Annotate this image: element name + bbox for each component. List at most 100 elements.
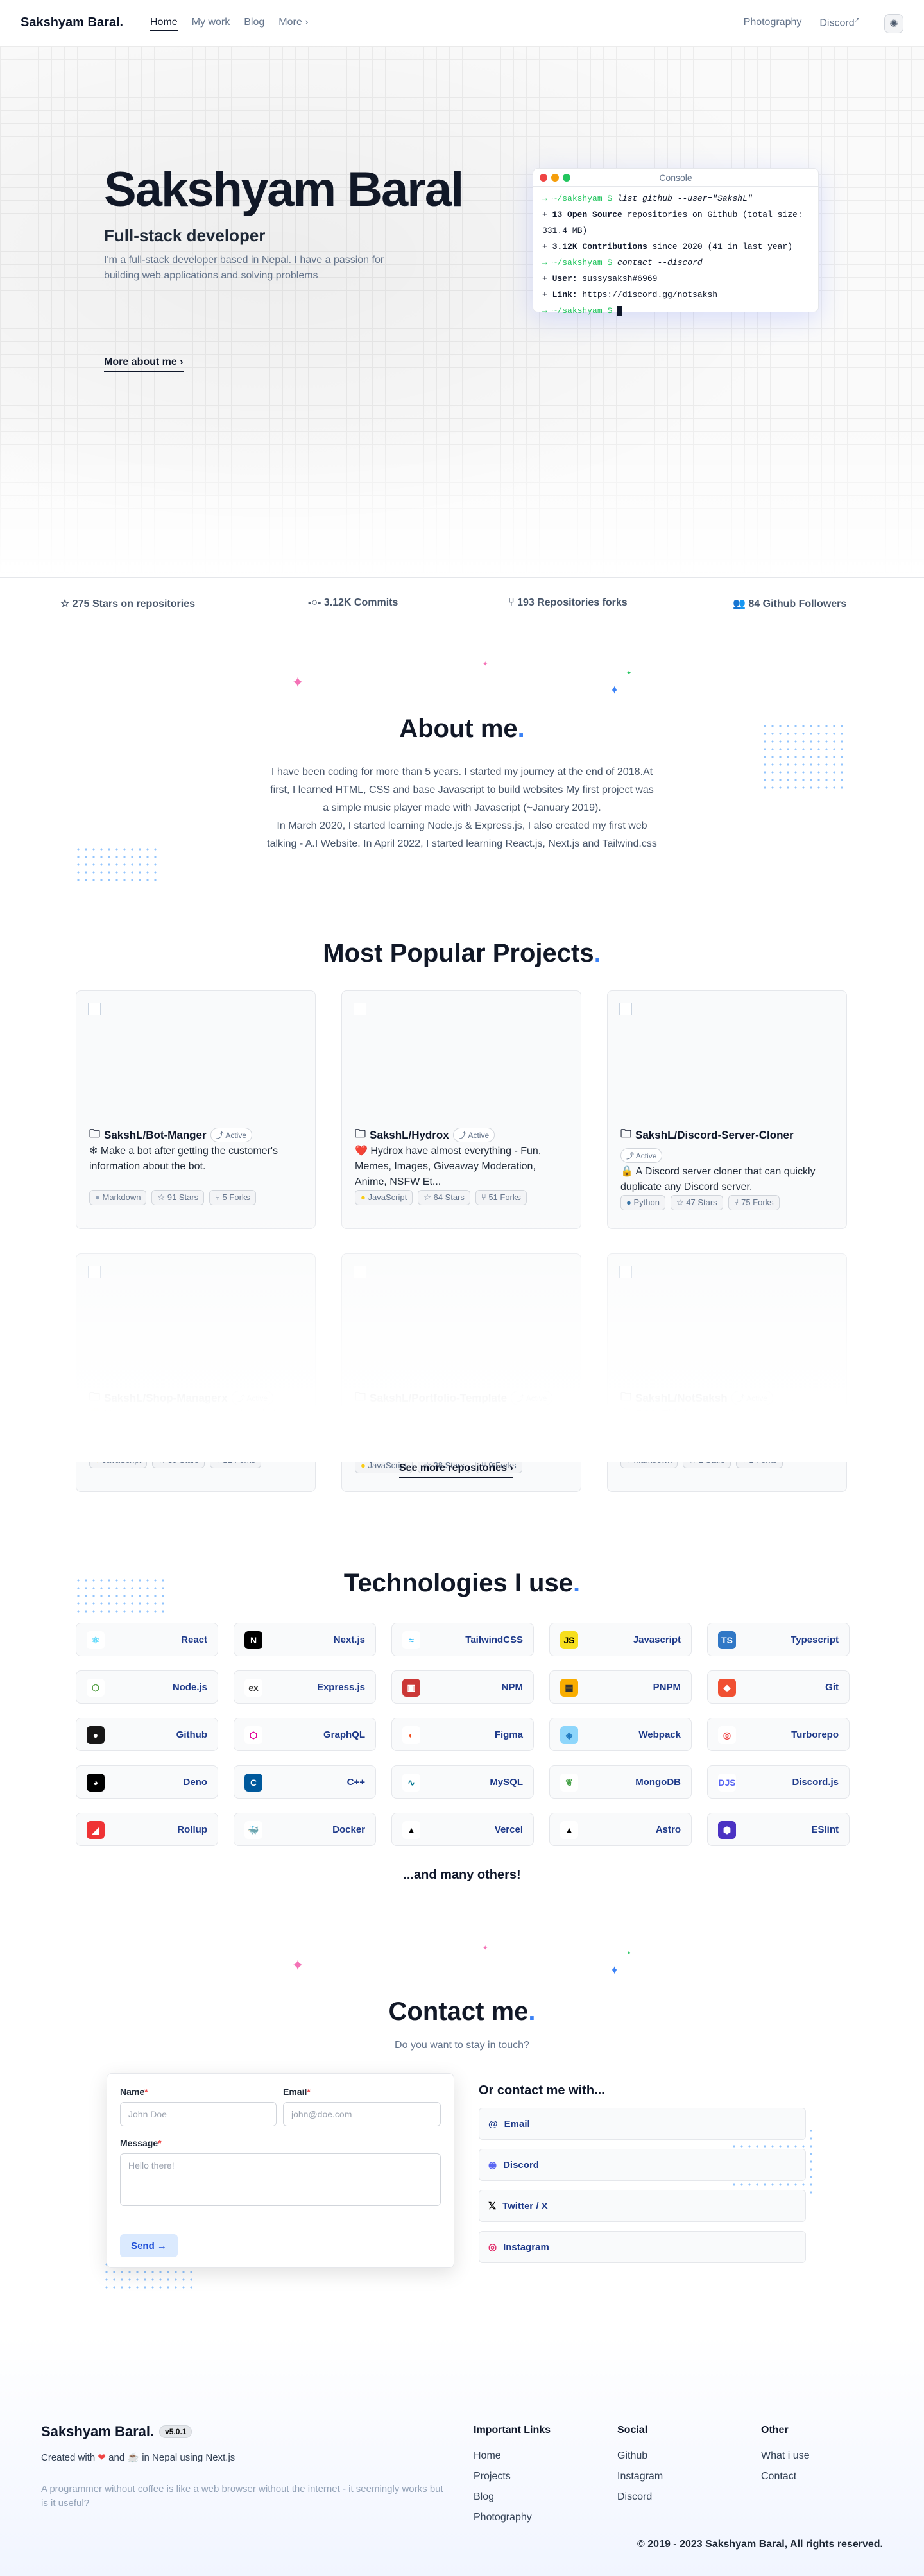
tech-discord-js[interactable]: DJS Discord.js (707, 1765, 850, 1799)
contact-instagram-button[interactable]: ◎ Instagram (479, 2231, 806, 2263)
nav-home[interactable]: Home (150, 17, 178, 31)
tech-graphql[interactable]: ⬡ GraphQL (234, 1718, 376, 1751)
tech-astro[interactable]: ▲ Astro (549, 1813, 692, 1846)
nav-my-work[interactable]: My work (192, 17, 230, 31)
message-textarea[interactable]: Hello there! (120, 2153, 441, 2206)
tech-turborepo[interactable]: ◎ Turborepo (707, 1718, 850, 1751)
main-nav: Home My work Blog More › (150, 17, 309, 31)
tech-javascript[interactable]: JS Javascript (549, 1623, 692, 1656)
tech-git[interactable]: ◆ Git (707, 1670, 850, 1704)
tech-react[interactable]: ⚛ React (76, 1623, 218, 1656)
nav-photography[interactable]: Photography (744, 17, 802, 29)
console-line: + 13 Open Source repositories on Github … (542, 210, 803, 235)
footer-col-other-heading: Other (761, 2425, 789, 2436)
dot-pattern (74, 845, 162, 884)
tech-c-[interactable]: C C++ (234, 1765, 376, 1799)
tech-vercel[interactable]: ▲ Vercel (391, 1813, 534, 1846)
console-line: + User: sussysaksh#6969 (542, 274, 658, 284)
at-icon: @ (488, 2118, 498, 2130)
tech-deno[interactable]: ◕ Deno (76, 1765, 218, 1799)
nav-discord[interactable]: Discord↗ (819, 17, 860, 29)
contact-alt-title: Or contact me with... (479, 2083, 605, 2097)
nav-blog[interactable]: Blog (244, 17, 264, 31)
tech-pnpm[interactable]: ▦ PNPM (549, 1670, 692, 1704)
site-logo[interactable]: Sakshyam Baral. (21, 15, 123, 30)
x-icon: 𝕏 (488, 2201, 497, 2212)
footer-col-social-heading: Social (617, 2425, 648, 2436)
tech-mysql[interactable]: ∿ MySQL (391, 1765, 534, 1799)
sparkle-icon: ✦ (291, 1957, 305, 1974)
stat-commits: -○- 3.12K Commits (308, 597, 398, 608)
next-js-icon: N (244, 1631, 262, 1649)
contact-subtitle: Do you want to stay in touch? (395, 2040, 529, 2051)
send-button[interactable]: Send → (120, 2234, 178, 2257)
project-tags: ● JavaScript ☆ 64 Stars ⑂ 51 Forks (355, 1190, 527, 1205)
project-card[interactable]: 🗀 SakshL/Discord-Server-Cloner ⤴ Active 🔒 … (607, 990, 847, 1229)
contact-discord-button[interactable]: ◉ Discord (479, 2149, 806, 2181)
tech-rollup[interactable]: ◢ Rollup (76, 1813, 218, 1846)
tech-mongodb[interactable]: ❦ MongoDB (549, 1765, 692, 1799)
sun-icon: ✺ (889, 19, 898, 30)
footer-link-discord[interactable]: Discord (617, 2491, 652, 2503)
folder-icon: 🗀 (620, 1128, 631, 1140)
typescript-icon: TS (718, 1631, 736, 1649)
contact-email-button[interactable]: @ Email (479, 2108, 806, 2140)
tech-tailwindcss[interactable]: ≈ TailwindCSS (391, 1623, 534, 1656)
nav-more[interactable]: More › (278, 17, 308, 31)
project-name[interactable]: 🗀 SakshL/Bot-Manger ⤴ Active (89, 1126, 253, 1144)
tech-docker[interactable]: 🐳 Docker (234, 1813, 376, 1846)
project-card[interactable]: 🗀 SakshL/Bot-Manger ⤴ Active ❄ Make a bot … (76, 990, 316, 1229)
footer-link-blog[interactable]: Blog (474, 2491, 494, 2503)
webpack-icon: ◈ (560, 1726, 578, 1744)
see-more-repositories-link[interactable]: See more repositories › (399, 1462, 513, 1478)
hero-subtitle: Full-stack developer (104, 226, 266, 245)
theme-toggle-button[interactable]: ✺ (884, 14, 903, 33)
tech-node-js[interactable]: ⬡ Node.js (76, 1670, 218, 1704)
github-icon: ● (87, 1726, 105, 1744)
sparkle-icon: ✦ (626, 670, 632, 677)
tech-next-js[interactable]: N Next.js (234, 1623, 376, 1656)
tech-github[interactable]: ● Github (76, 1718, 218, 1751)
email-input[interactable]: john@doe.com (283, 2102, 441, 2126)
discord-icon: ◉ (488, 2160, 497, 2171)
tech-typescript[interactable]: TS Typescript (707, 1623, 850, 1656)
footer-link-projects[interactable]: Projects (474, 2471, 511, 2482)
footer-link-github[interactable]: Github (617, 2450, 647, 2462)
folder-icon: 🗀 (355, 1128, 366, 1140)
sparkle-icon: ✦ (610, 1964, 620, 1977)
sparkle-icon: ✦ (291, 674, 305, 691)
footer-created: Created with ❤ and ☕ in Nepal using Next… (41, 2452, 235, 2463)
hero-title: Sakshyam Baral (104, 162, 464, 217)
copyright: © 2019 - 2023 Sakshyam Baral, All rights… (637, 2539, 883, 2550)
footer-link-photography[interactable]: Photography (474, 2512, 532, 2523)
project-card[interactable]: 🗀 SakshL/Hydrox ⤴ Active ❤️ Hydrox have al… (341, 990, 581, 1229)
sparkle-icon: ✦ (626, 1950, 632, 1957)
heart-icon: ❤ (98, 2452, 106, 2463)
project-name[interactable]: 🗀 SakshL/Discord-Server-Cloner ⤴ Active (620, 1126, 832, 1163)
fork-icon: ⑂ (508, 597, 515, 608)
contact-twitter-button[interactable]: 𝕏 Twitter / X (479, 2190, 806, 2222)
contact-title: Contact me. (388, 1997, 536, 2026)
footer-link-what-i-use[interactable]: What i use (761, 2450, 810, 2462)
projects-title: Most Popular Projects. (323, 939, 601, 967)
turborepo-icon: ◎ (718, 1726, 736, 1744)
tech-figma[interactable]: ◐ Figma (391, 1718, 534, 1751)
footer-link-home[interactable]: Home (474, 2450, 501, 2462)
tailwindcss-icon: ≈ (402, 1631, 420, 1649)
tech-webpack[interactable]: ◈ Webpack (549, 1718, 692, 1751)
console-line: → ~/sakshyam $ list github --user="Saksh… (542, 194, 753, 203)
footer-logo[interactable]: Sakshyam Baral. v5.0.1 (41, 2423, 193, 2440)
chevron-right-icon: › (305, 17, 309, 28)
more-about-me-link[interactable]: More about me › (104, 357, 184, 372)
tech-express-js[interactable]: ex Express.js (234, 1670, 376, 1704)
folder-icon: 🗀 (89, 1128, 100, 1140)
footer-link-contact[interactable]: Contact (761, 2471, 796, 2482)
mongodb-icon: ❦ (560, 1774, 578, 1792)
name-input[interactable]: John Doe (120, 2102, 277, 2126)
footer-link-instagram[interactable]: Instagram (617, 2471, 663, 2482)
tech-npm[interactable]: ▣ NPM (391, 1670, 534, 1704)
javascript-icon: JS (560, 1631, 578, 1649)
footer-quote: A programmer without coffee is like a we… (41, 2484, 443, 2509)
tech-eslint[interactable]: ⬢ ESlint (707, 1813, 850, 1846)
project-name[interactable]: 🗀 SakshL/Hydrox ⤴ Active (355, 1126, 495, 1144)
